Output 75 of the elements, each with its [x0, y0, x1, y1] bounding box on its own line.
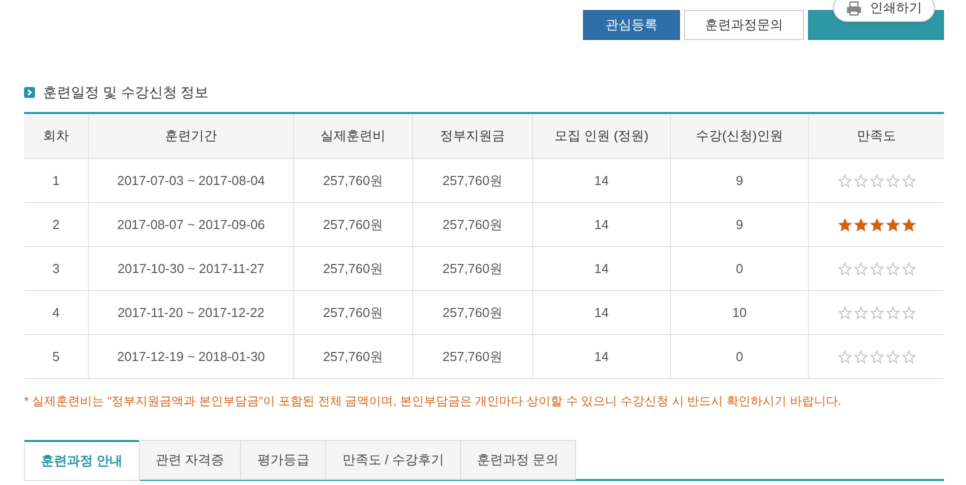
- star-icon: [870, 218, 884, 232]
- table-cell: 257,760원: [293, 203, 412, 246]
- star-icon: [886, 306, 900, 320]
- column-header: 훈련기간: [88, 114, 293, 158]
- table-cell: 257,760원: [293, 159, 412, 202]
- column-header: 회차: [42, 127, 70, 146]
- star-icon: [870, 350, 884, 364]
- chevron-icon: [24, 87, 35, 98]
- tab[interactable]: 관련 자격증: [138, 440, 242, 480]
- section-title: 훈련일정 및 수강신청 정보: [43, 83, 209, 102]
- table-cell: 257,760원: [293, 291, 412, 334]
- table-cell: 2017-10-30 ~ 2017-11-27: [88, 247, 293, 290]
- table-cell: 9: [670, 203, 808, 246]
- tab[interactable]: 훈련과정 안내: [24, 440, 140, 481]
- column-header: 수강(신청)인원: [670, 114, 808, 158]
- table-cell-text: 5: [51, 348, 61, 366]
- star-icon: [902, 218, 916, 232]
- table-cell: 257,760원: [293, 335, 412, 378]
- table-cell: 257,760원: [412, 159, 532, 202]
- table-cell: 2017-12-19 ~ 2018-01-30: [88, 335, 293, 378]
- print-label: 인쇄하기: [870, 0, 922, 18]
- table-cell: 2017-08-07 ~ 2017-09-06: [88, 203, 293, 246]
- star-icon: [838, 350, 852, 364]
- table-cell: 9: [670, 159, 808, 202]
- tab[interactable]: 만족도 / 수강후기: [325, 440, 462, 480]
- table-cell-text: 1: [51, 172, 61, 190]
- table-cell: 10: [670, 291, 808, 334]
- tab[interactable]: 훈련과정 문의: [460, 440, 576, 480]
- star-icon: [854, 306, 868, 320]
- table-cell: 257,760원: [412, 335, 532, 378]
- table-cell: 257,760원: [293, 247, 412, 290]
- star-icon: [838, 262, 852, 276]
- star-icon: [886, 174, 900, 188]
- table-cell: 14: [532, 247, 670, 290]
- header-button[interactable]: 관심등록: [583, 10, 680, 40]
- star-icon: [886, 350, 900, 364]
- column-header: 만족도: [808, 114, 944, 158]
- star-icon: [886, 218, 900, 232]
- table-cell: 257,760원: [412, 291, 532, 334]
- star-icon: [870, 174, 884, 188]
- tab[interactable]: 평가등급: [240, 440, 326, 480]
- printer-icon: [846, 0, 862, 16]
- table-cell-text: 3: [51, 260, 61, 278]
- print-popup[interactable]: 인쇄하기: [833, 0, 935, 22]
- column-header: 모집 인원 (정원): [532, 114, 670, 158]
- column-header: 정부지원금: [412, 114, 532, 158]
- star-icon: [854, 262, 868, 276]
- column-header: 실제훈련비: [293, 114, 412, 158]
- table-cell: 257,760원: [412, 247, 532, 290]
- star-icon: [838, 306, 852, 320]
- table-cell: 14: [532, 291, 670, 334]
- table-cell: 0: [670, 247, 808, 290]
- table-cell: 14: [532, 159, 670, 202]
- star-icon: [838, 218, 852, 232]
- table-cell: 2017-07-03 ~ 2017-08-04: [88, 159, 293, 202]
- star-icon: [902, 262, 916, 276]
- star-icon: [854, 350, 868, 364]
- table-cell-text: 2: [51, 216, 61, 234]
- star-icon: [902, 350, 916, 364]
- star-icon: [870, 306, 884, 320]
- table-cell: 2017-11-20 ~ 2017-12-22: [88, 291, 293, 334]
- table-cell: 0: [670, 335, 808, 378]
- table-cell: 257,760원: [412, 203, 532, 246]
- table-cell: 14: [532, 335, 670, 378]
- star-icon: [870, 262, 884, 276]
- table-cell-text: 4: [51, 304, 61, 322]
- header-button[interactable]: 훈련과정문의: [684, 10, 804, 40]
- star-icon: [838, 174, 852, 188]
- table-cell: 14: [532, 203, 670, 246]
- star-icon: [854, 174, 868, 188]
- star-icon: [902, 174, 916, 188]
- note-text: * 실제훈련비는 "정부지원금액과 본인부담금"이 포함된 전체 금액이며, 본인부담금은 개인마다 상이할 수 있으니 수강신청 시 반드시 확인하시기 바랍니다.: [24, 393, 842, 410]
- star-icon: [854, 218, 868, 232]
- star-icon: [902, 306, 916, 320]
- star-icon: [886, 262, 900, 276]
